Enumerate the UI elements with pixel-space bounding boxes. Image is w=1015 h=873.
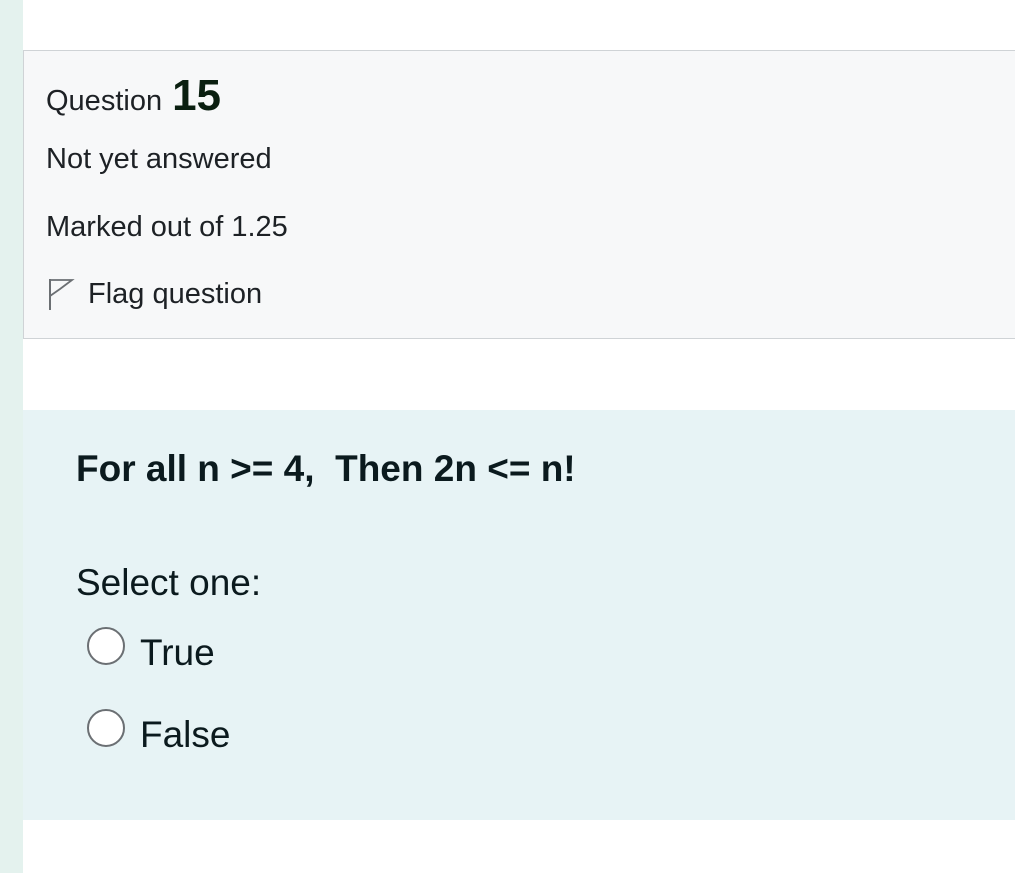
question-text: For all n >= 4, Then 2n <= n!	[76, 448, 576, 489]
question-state: Not yet answered	[46, 143, 272, 175]
question-heading: Question 15	[46, 71, 221, 121]
question-content-panel: For all n >= 4, Then 2n <= n! Select one…	[23, 410, 1015, 820]
answer-option-label: False	[140, 714, 231, 755]
quiz-page: Question 15 Not yet answered Marked out …	[0, 0, 1015, 873]
answer-option-label: True	[140, 632, 215, 673]
question-grade: Marked out of 1.25	[46, 211, 288, 243]
flag-question-label: Flag question	[88, 277, 263, 310]
flag-outline-icon	[46, 277, 76, 311]
flag-question-button[interactable]: Flag question	[46, 277, 262, 311]
answer-option-true[interactable]: True	[87, 625, 215, 673]
radio-button-true[interactable]	[87, 627, 125, 665]
question-number: 15	[172, 71, 222, 120]
left-nav-strip	[0, 0, 23, 873]
question-info-panel: Question 15 Not yet answered Marked out …	[23, 50, 1015, 339]
radio-button-false[interactable]	[87, 709, 125, 747]
answer-prompt: Select one:	[76, 562, 262, 603]
question-label: Question	[46, 85, 163, 117]
answer-option-false[interactable]: False	[87, 707, 230, 755]
